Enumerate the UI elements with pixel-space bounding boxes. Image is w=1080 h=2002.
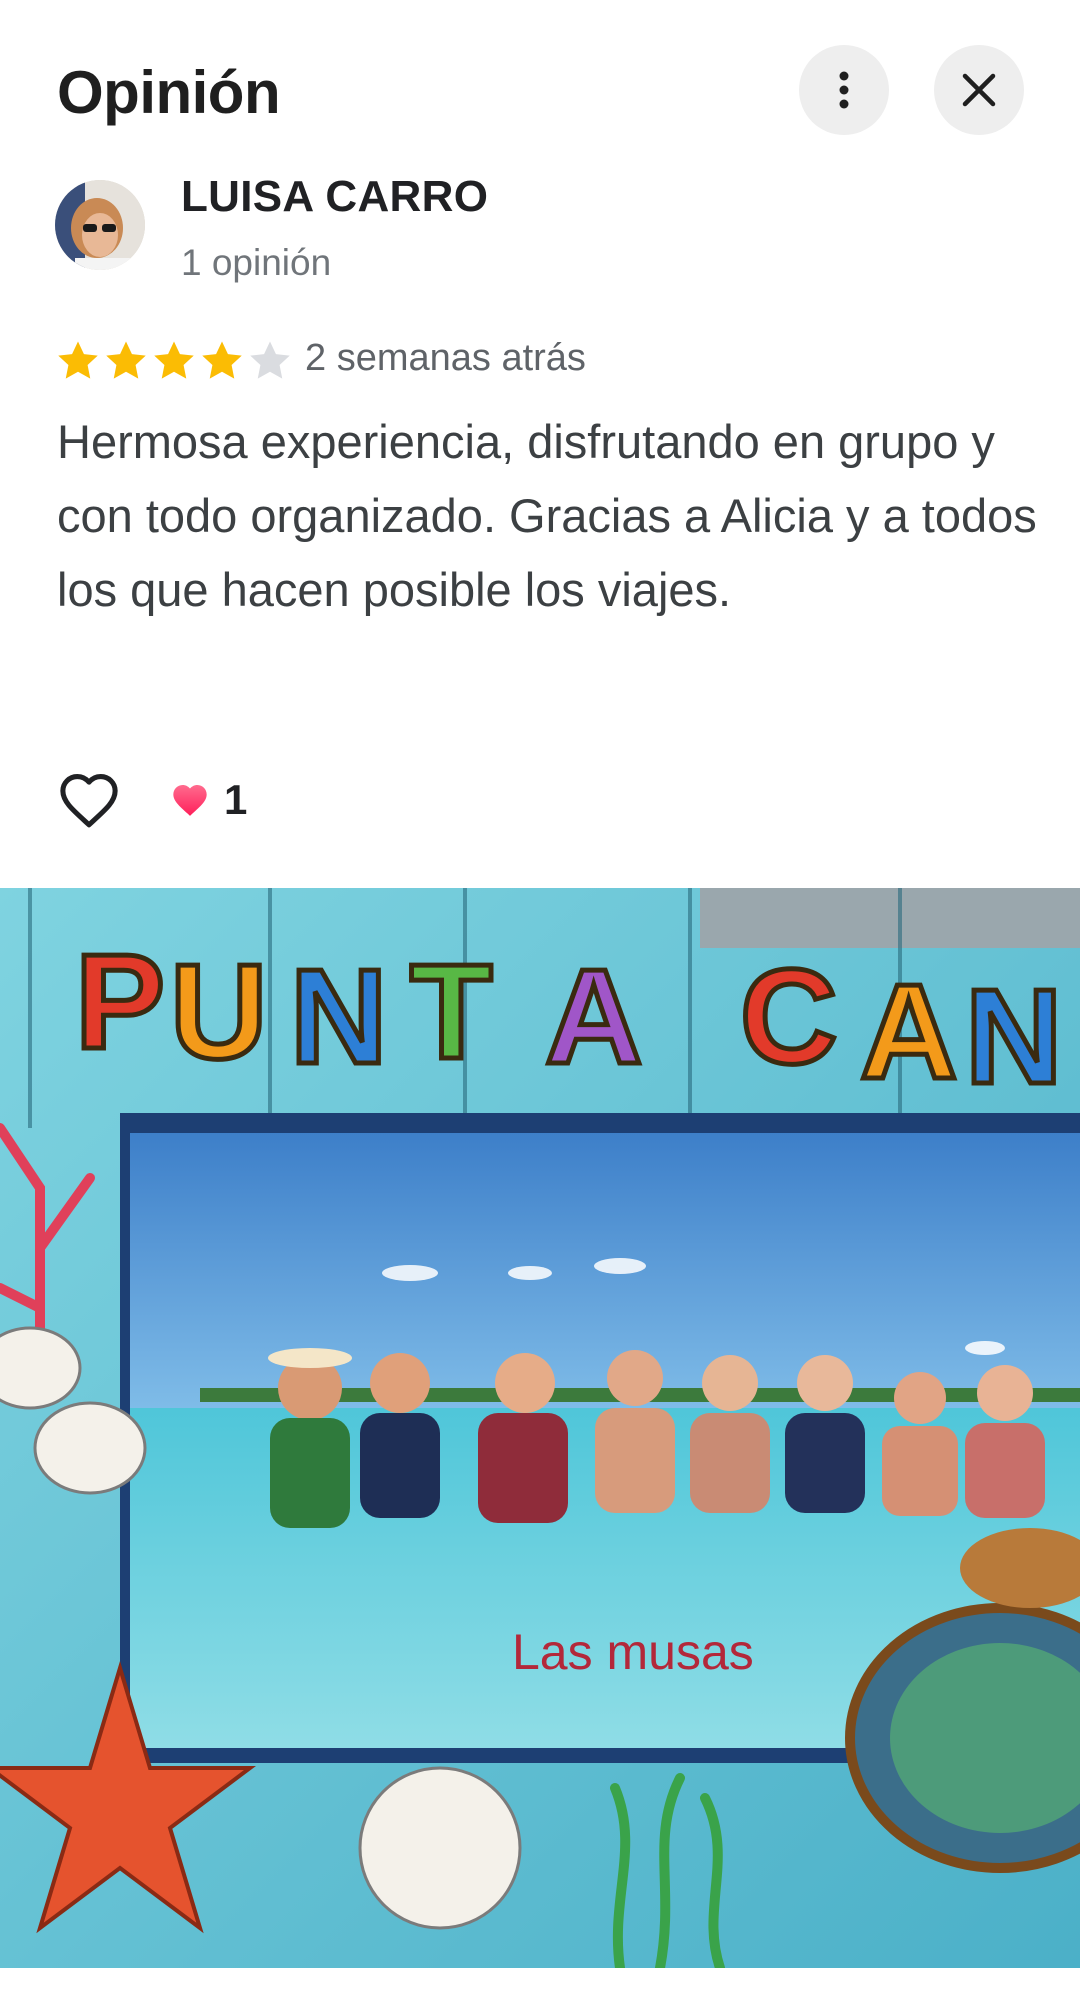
reaction-summary[interactable]: 1 bbox=[170, 776, 247, 824]
review-header: Opinión bbox=[0, 0, 1080, 180]
star-rating bbox=[55, 338, 293, 384]
star-icon bbox=[58, 341, 98, 379]
photo-caption: Las musas bbox=[512, 1624, 754, 1680]
avatar[interactable] bbox=[55, 180, 145, 270]
review-date: 2 semanas atrás bbox=[305, 337, 586, 379]
star-icon bbox=[202, 341, 242, 379]
author-name[interactable]: LUISA CARRO bbox=[181, 172, 488, 222]
svg-text:A: A bbox=[860, 956, 958, 1107]
heart-icon bbox=[173, 785, 207, 816]
more-options-button[interactable] bbox=[799, 45, 889, 135]
page-title: Opinión bbox=[57, 59, 281, 126]
review-photo[interactable]: P U N T A C A N Las musas bbox=[0, 888, 1080, 1968]
author-review-count: 1 opinión bbox=[181, 242, 332, 283]
review-text: Hermosa experiencia, disfrutando en grup… bbox=[57, 415, 1037, 616]
star-icon bbox=[154, 341, 194, 379]
like-button[interactable] bbox=[57, 770, 121, 830]
photo-image: P U N T A C A N Las musas bbox=[0, 888, 1080, 1968]
svg-text:U: U bbox=[170, 936, 268, 1087]
star-empty-icon bbox=[250, 341, 290, 379]
heart-outline-icon bbox=[60, 774, 118, 828]
svg-text:T: T bbox=[410, 936, 492, 1087]
close-button[interactable] bbox=[934, 45, 1024, 135]
svg-text:N: N bbox=[965, 961, 1063, 1112]
reaction-count: 1 bbox=[224, 776, 248, 823]
svg-text:P: P bbox=[75, 926, 165, 1077]
star-icon bbox=[106, 341, 146, 379]
close-icon bbox=[962, 73, 996, 107]
more-vert-icon bbox=[839, 71, 849, 109]
svg-text:N: N bbox=[290, 941, 388, 1092]
svg-text:A: A bbox=[545, 941, 643, 1092]
svg-text:C: C bbox=[740, 941, 838, 1092]
